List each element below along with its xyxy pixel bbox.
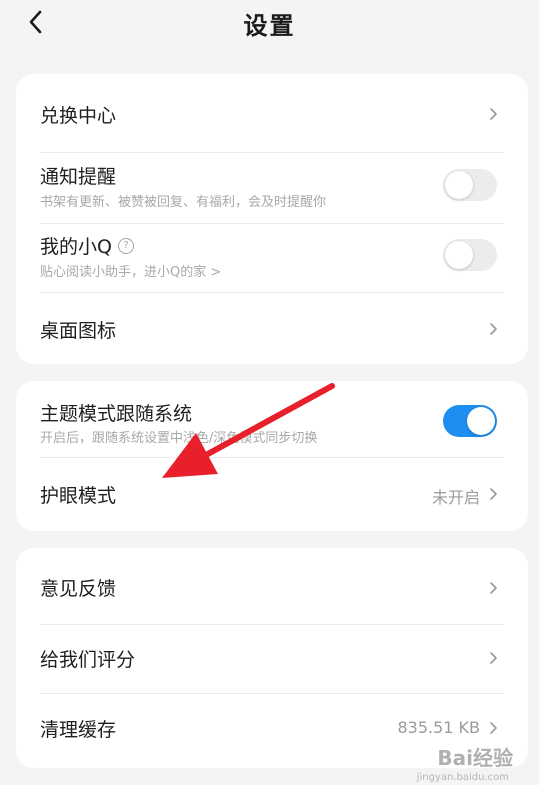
rate-us-label: 给我们评分: [40, 649, 136, 671]
my-xiaoq-toggle[interactable]: [443, 239, 497, 271]
my-xiaoq-label: 我的小Q?: [40, 232, 134, 259]
my-xiaoq-label-text: 我的小Q: [40, 236, 112, 258]
desktop-icon-row[interactable]: 桌面图标: [16, 293, 528, 364]
watermark-url: jingyan.baidu.com: [416, 772, 509, 783]
feedback-row[interactable]: 意见反馈: [16, 548, 528, 624]
chevron-right-icon: [490, 722, 497, 734]
feedback-label: 意见反馈: [40, 578, 117, 600]
settings-group-misc: 意见反馈 给我们评分 清理缓存 835.51 KB: [16, 548, 528, 768]
notifications-label: 通知提醒: [40, 166, 117, 188]
theme-follow-system-subtitle: 开启后，跟随系统设置中浅色/深色模式同步切换: [40, 431, 318, 446]
watermark-logo: Bai经验: [437, 746, 513, 770]
chevron-right-icon: [490, 323, 497, 335]
toggle-knob: [445, 171, 473, 199]
eye-care-row[interactable]: 护眼模式 未开启: [16, 458, 528, 531]
settings-group-display: 主题模式跟随系统 开启后，跟随系统设置中浅色/深色模式同步切换 护眼模式 未开启: [16, 381, 528, 531]
chevron-right-icon: [490, 488, 497, 500]
theme-follow-system-row: 主题模式跟随系统 开启后，跟随系统设置中浅色/深色模式同步切换: [16, 381, 528, 457]
desktop-icon-label: 桌面图标: [40, 320, 117, 342]
my-xiaoq-subtitle[interactable]: 贴心阅读小助手，进小Q的家 >: [40, 261, 221, 280]
toggle-knob: [467, 407, 495, 435]
rate-us-row[interactable]: 给我们评分: [16, 625, 528, 693]
chevron-right-icon: [490, 652, 497, 664]
page-title: 设置: [243, 12, 296, 40]
help-icon[interactable]: ?: [117, 237, 134, 254]
eye-care-label: 护眼模式: [40, 485, 117, 507]
my-xiaoq-row: 我的小Q? 贴心阅读小助手，进小Q的家 >: [16, 224, 528, 292]
exchange-center-label: 兑换中心: [40, 105, 117, 127]
theme-follow-system-label: 主题模式跟随系统: [40, 403, 193, 425]
chevron-right-icon: [490, 582, 497, 594]
cache-size: 835.51 KB: [397, 718, 480, 737]
toggle-knob: [445, 241, 473, 269]
notifications-toggle[interactable]: [443, 169, 497, 201]
notifications-row: 通知提醒 书架有更新、被赞被回复、有福利，会及时提醒你: [16, 153, 528, 223]
theme-follow-system-toggle[interactable]: [443, 405, 497, 437]
chevron-right-icon: [490, 108, 497, 120]
eye-care-status: 未开启: [431, 488, 480, 507]
navigation-bar: 设置: [0, 0, 539, 48]
settings-group-general: 兑换中心 通知提醒 书架有更新、被赞被回复、有福利，会及时提醒你 我的小Q? 贴…: [16, 74, 528, 364]
exchange-center-row[interactable]: 兑换中心: [16, 74, 528, 152]
notifications-subtitle: 书架有更新、被赞被回复、有福利，会及时提醒你: [40, 195, 327, 210]
clear-cache-label: 清理缓存: [40, 719, 117, 741]
